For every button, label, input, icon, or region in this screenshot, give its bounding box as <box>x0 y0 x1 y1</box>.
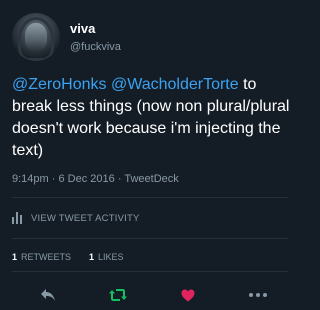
meta-separator: · <box>117 173 122 185</box>
divider <box>12 197 288 198</box>
tweet-time[interactable]: 9:14pm <box>12 173 49 185</box>
retweet-button[interactable] <box>106 283 130 307</box>
bar-chart-icon <box>12 212 24 224</box>
display-name[interactable]: viva <box>70 20 121 37</box>
meta-separator: · <box>51 173 56 185</box>
like-button[interactable] <box>176 283 200 307</box>
tweet-header: viva @fuckviva <box>12 12 121 62</box>
tweet-text: @ZeroHonks @WacholderTorte to break less… <box>12 74 290 162</box>
user-names: viva @fuckviva <box>70 20 121 55</box>
likes-label: LIKES <box>98 252 124 262</box>
reply-icon <box>41 289 55 301</box>
tweet-stats: 1 RETWEETS 1 LIKES <box>12 252 142 262</box>
tweet-card: viva @fuckviva @ZeroHonks @WacholderTort… <box>0 0 300 310</box>
divider <box>12 271 288 272</box>
mention-link[interactable]: @ZeroHonks <box>12 76 107 93</box>
likes-count: 1 <box>89 252 95 262</box>
retweet-icon <box>109 289 127 301</box>
retweets-stat[interactable]: 1 RETWEETS <box>12 252 71 262</box>
retweets-count: 1 <box>12 252 18 262</box>
divider <box>12 238 288 239</box>
tweet-meta: 9:14pm · 6 Dec 2016 · TweetDeck <box>12 173 179 185</box>
tweet-date[interactable]: 6 Dec 2016 <box>59 173 115 185</box>
more-icon <box>249 293 267 297</box>
retweets-label: RETWEETS <box>21 252 72 262</box>
reply-button[interactable] <box>36 283 60 307</box>
view-tweet-activity-label: VIEW TWEET ACTIVITY <box>31 212 140 224</box>
avatar[interactable] <box>12 13 60 61</box>
user-handle[interactable]: @fuckviva <box>70 39 121 55</box>
tweet-client[interactable]: TweetDeck <box>124 173 178 185</box>
heart-icon <box>181 289 195 301</box>
avatar-mask-shape <box>25 23 47 51</box>
tweet-actions <box>0 283 300 307</box>
likes-stat[interactable]: 1 LIKES <box>89 252 124 262</box>
mention-link[interactable]: @WacholderTorte <box>111 76 239 93</box>
more-button[interactable] <box>246 283 270 307</box>
view-tweet-activity-link[interactable]: VIEW TWEET ACTIVITY <box>12 212 140 224</box>
